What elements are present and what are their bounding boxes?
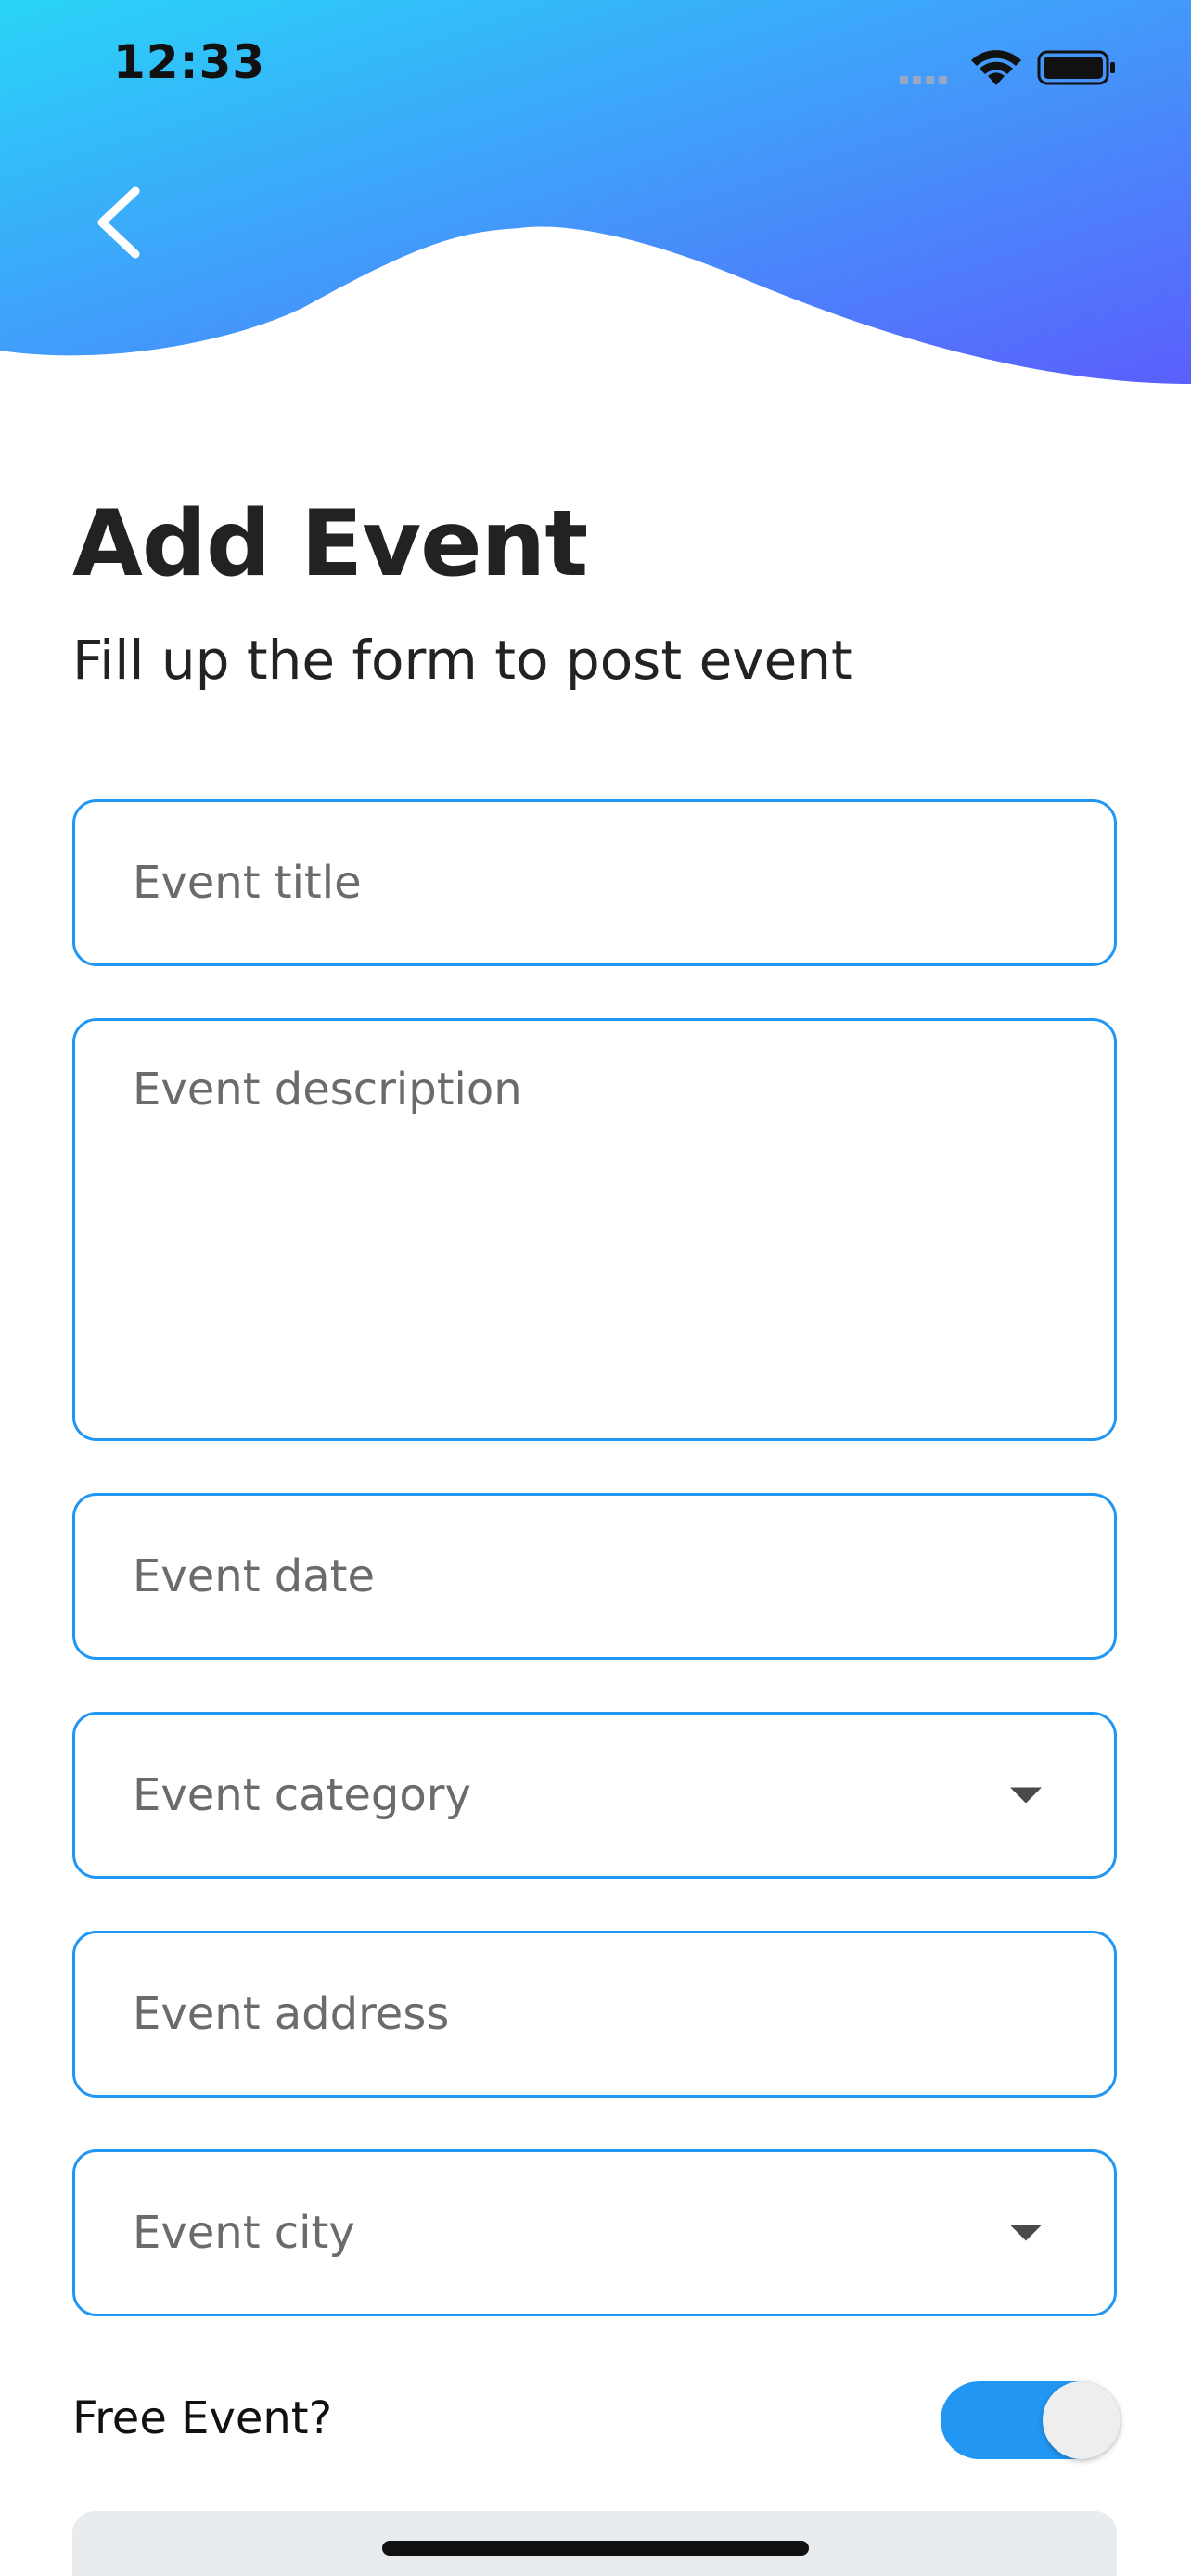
battery-icon bbox=[1037, 50, 1115, 85]
event-city-placeholder: Event city bbox=[133, 2207, 355, 2259]
dropdown-arrow-icon bbox=[1010, 1787, 1042, 1804]
event-address-input[interactable]: Event address bbox=[72, 1931, 1117, 2098]
dropdown-arrow-icon bbox=[1010, 2225, 1042, 2241]
free-event-label: Free Event? bbox=[72, 2392, 333, 2444]
back-button[interactable] bbox=[82, 176, 156, 269]
wifi-icon bbox=[971, 50, 1021, 85]
event-city-select[interactable]: Event city bbox=[72, 2149, 1117, 2316]
event-title-input[interactable]: Event title bbox=[72, 799, 1117, 966]
chevron-left-icon bbox=[97, 186, 140, 259]
cellular-signal-icon bbox=[900, 76, 947, 84]
home-indicator bbox=[382, 2541, 809, 2556]
event-category-placeholder: Event category bbox=[133, 1769, 471, 1821]
page-subtitle: Fill up the form to post event bbox=[72, 629, 852, 692]
event-date-input[interactable]: Event date bbox=[72, 1493, 1117, 1660]
event-description-placeholder: Event description bbox=[133, 1064, 522, 1116]
toggle-knob bbox=[1043, 2381, 1121, 2459]
status-bar-time: 12:33 bbox=[113, 35, 266, 89]
event-description-textarea[interactable]: Event description bbox=[72, 1018, 1117, 1441]
event-address-placeholder: Event address bbox=[133, 1988, 450, 2040]
event-category-select[interactable]: Event category bbox=[72, 1712, 1117, 1879]
add-event-screen: 12:33 Add Event Fill up the form to post… bbox=[0, 0, 1191, 2576]
event-title-placeholder: Event title bbox=[133, 857, 362, 909]
status-bar-icons bbox=[900, 50, 1115, 85]
free-event-toggle[interactable] bbox=[941, 2381, 1121, 2459]
page-title: Add Event bbox=[72, 491, 588, 597]
event-date-placeholder: Event date bbox=[133, 1550, 375, 1602]
